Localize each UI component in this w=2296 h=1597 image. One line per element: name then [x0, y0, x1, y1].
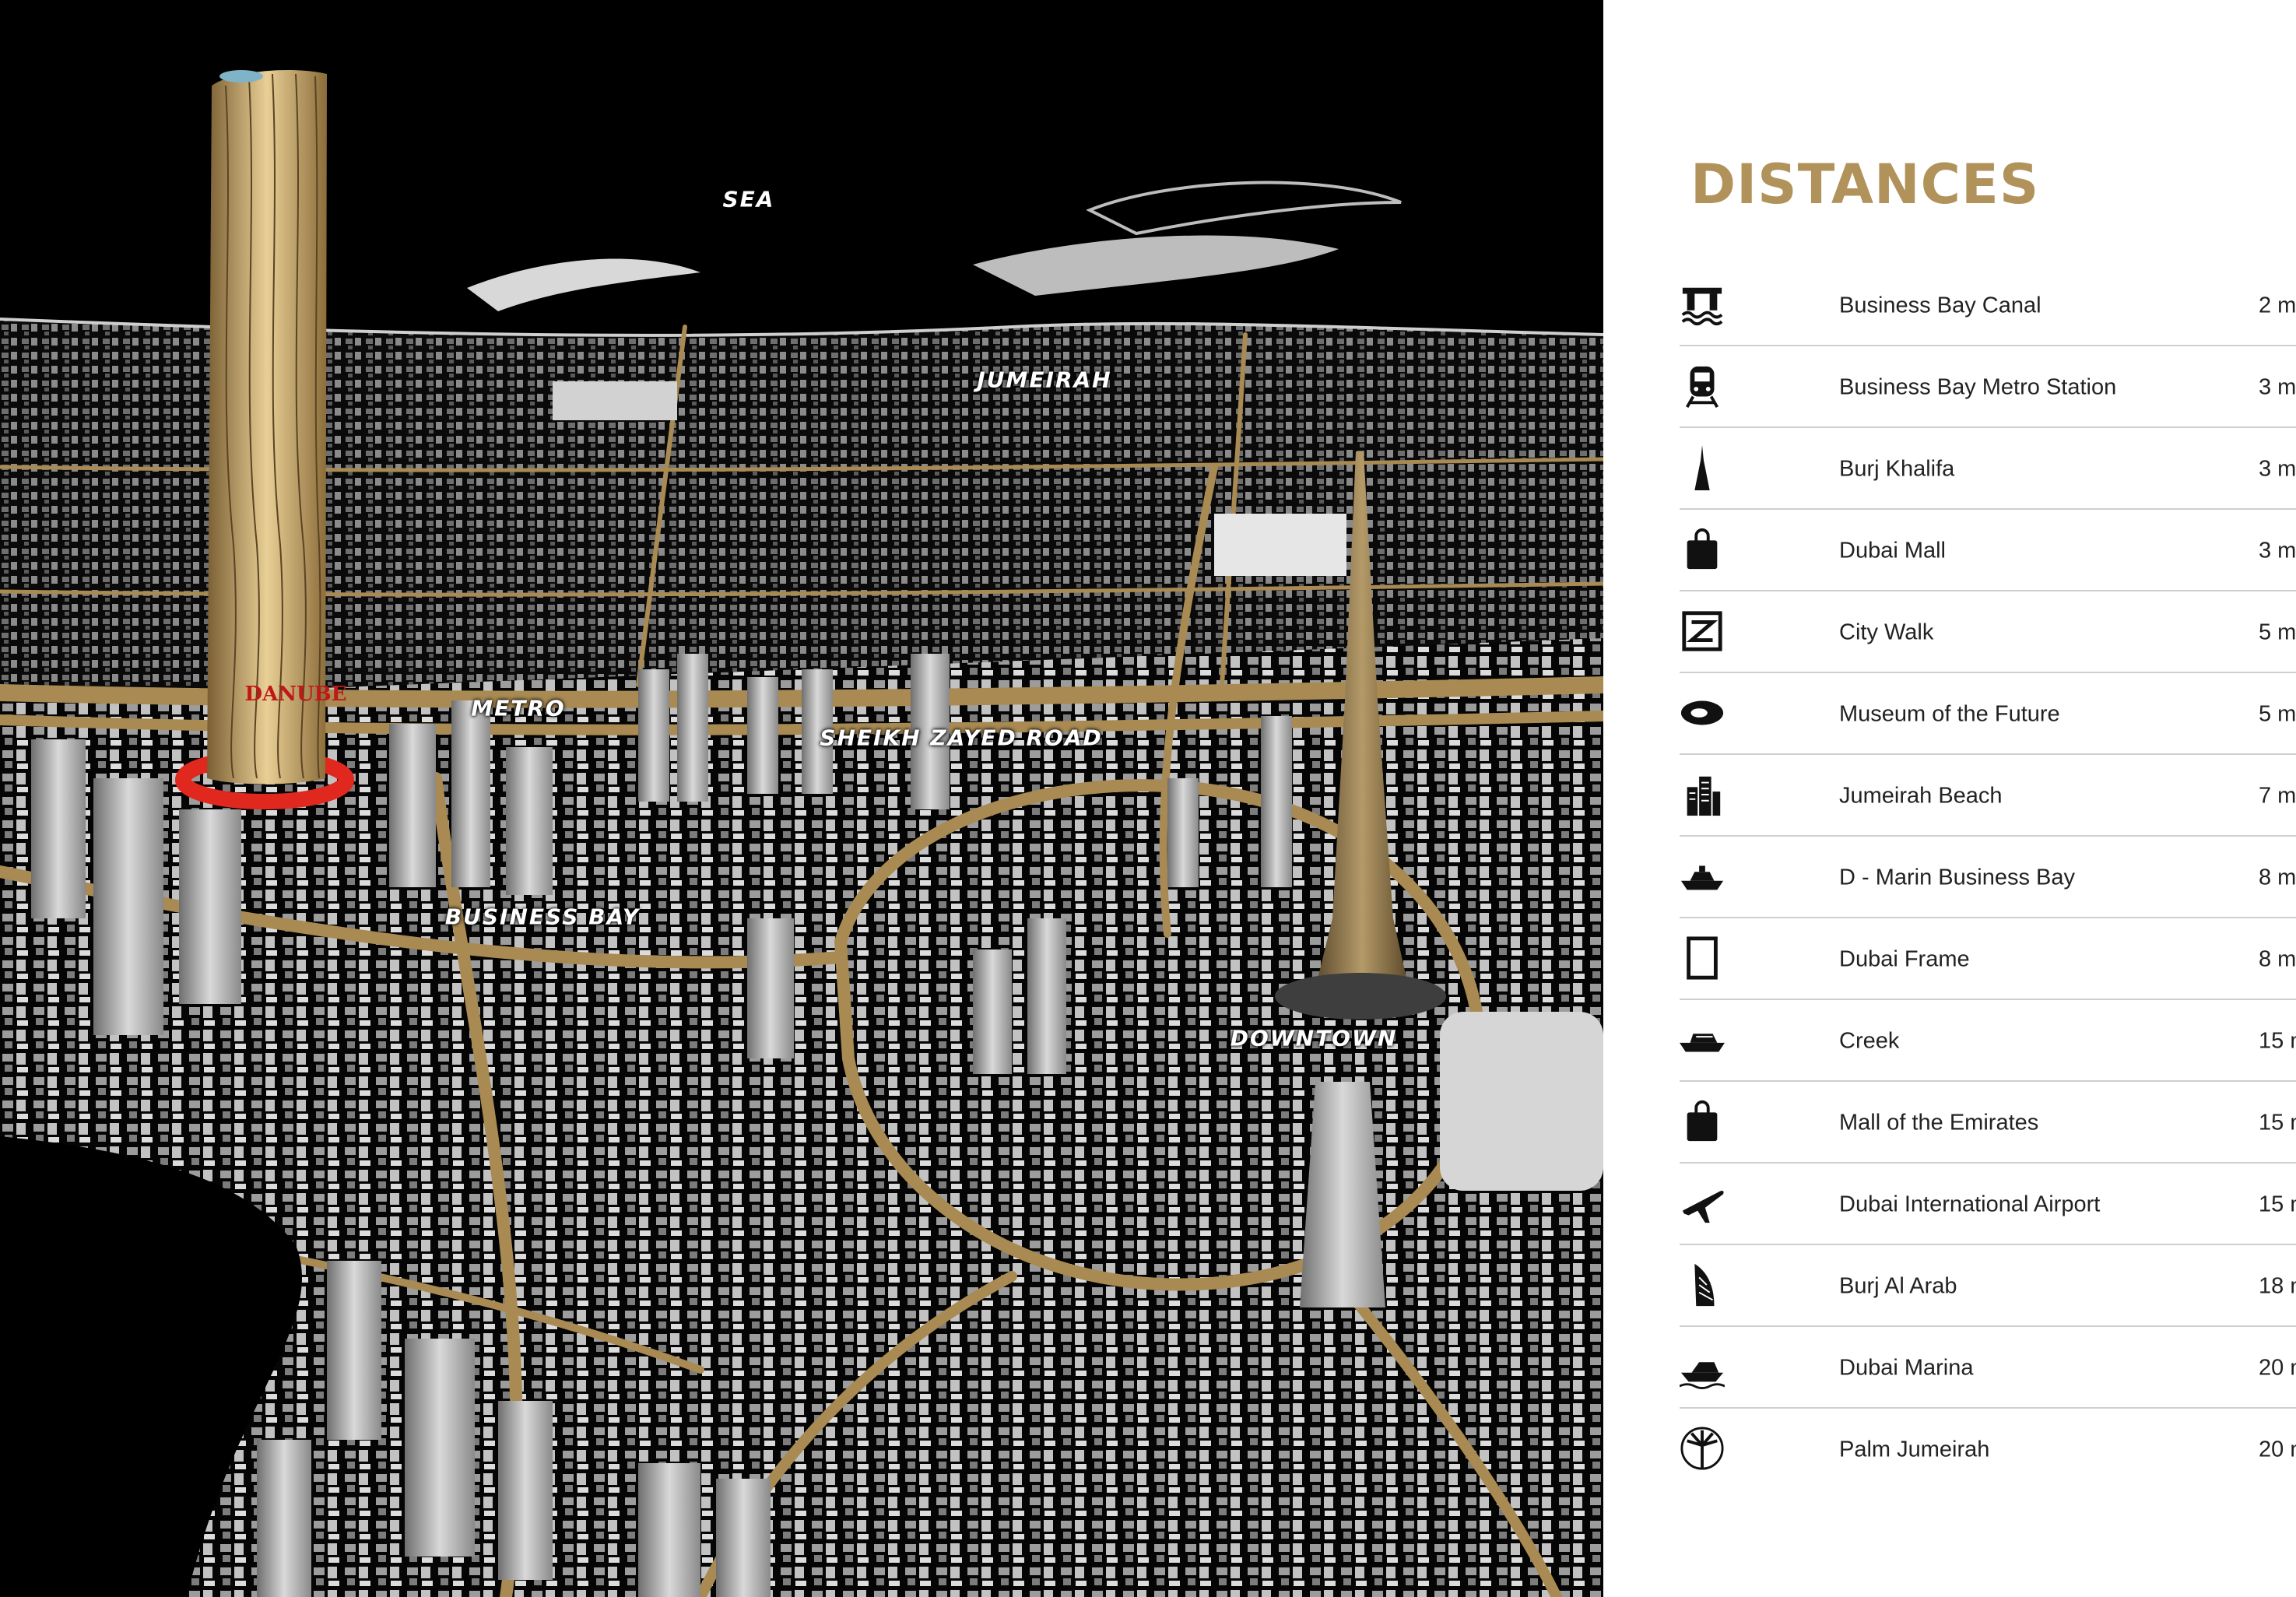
distance-row: D - Marin Business Bay 8 min [1680, 837, 2296, 918]
city-map: DANUBE SEA JUMEIRAH METRO SHEIKH ZAYED R… [0, 0, 1603, 1597]
place-name: Mall of the Emirates [1839, 1110, 2039, 1135]
shopping-bag-icon [1680, 1099, 1725, 1144]
map-label-sea: SEA [722, 186, 775, 212]
distance-row: Business Bay Metro Station 3 min [1680, 346, 2296, 428]
map-label-jumeirah: JUMEIRAH [977, 367, 1112, 393]
tower-icon [1680, 445, 1725, 490]
place-name: Business Bay Canal [1839, 293, 2041, 318]
map-label-sheikh-zayed-road: SHEIKH ZAYED ROAD [820, 725, 1103, 751]
skyscrapers-icon [1680, 772, 1725, 817]
place-name: City Walk [1839, 619, 1934, 644]
metro-train-icon [1680, 363, 1725, 409]
travel-time: 3 min [2259, 374, 2296, 399]
place-name: Creek [1839, 1028, 1900, 1053]
distance-row: Dubai Frame 8 min [1680, 918, 2296, 1000]
distance-row: Dubai Marina 20 min [1679, 1327, 2296, 1409]
airplane-icon [1680, 1181, 1725, 1226]
place-name: Dubai Frame [1839, 946, 1970, 971]
map-label-business-bay: BUSINESS BAY [444, 904, 641, 930]
frame-icon [1680, 935, 1725, 981]
boat-icon [1680, 1017, 1725, 1062]
travel-time: 5 min [2259, 619, 2296, 644]
travel-time: 8 min [2259, 946, 2296, 971]
travel-time: 2 min [2259, 293, 2296, 318]
travel-time: 7 min [2259, 783, 2296, 808]
distance-row: City Walk 5 min [1680, 591, 2296, 673]
travel-time: 15 min [2259, 1028, 2296, 1053]
place-name: Dubai Mall [1839, 538, 1946, 563]
place-name: Dubai Marina [1839, 1355, 1974, 1380]
museum-ring-icon [1680, 690, 1725, 735]
danube-tower-model [207, 70, 327, 784]
travel-time: 20 min [2259, 1437, 2296, 1462]
travel-time: 18 min [2259, 1273, 2296, 1298]
distance-row: Creek 15 min [1680, 1000, 2296, 1082]
yacht-icon [1680, 854, 1725, 899]
distance-row: Business Bay Canal 2 min [1680, 265, 2296, 346]
travel-time: 20 min [2259, 1355, 2296, 1380]
place-name: Palm Jumeirah [1839, 1437, 1990, 1462]
distance-row: Burj Khalifa 3 min [1680, 428, 2296, 510]
travel-time: 3 min [2259, 456, 2296, 481]
distance-row: Museum of the Future 5 min [1680, 673, 2296, 755]
place-name: D - Marin Business Bay [1839, 865, 2075, 890]
map-graphic: DANUBE [0, 0, 1603, 1597]
tower-logo: DANUBE [245, 683, 347, 706]
travel-time: 3 min [2259, 538, 2296, 563]
distance-row: Dubai International Airport 15 min [1680, 1164, 2296, 1245]
map-label-metro: METRO [471, 695, 566, 721]
distance-row: Burj Al Arab 18 min [1680, 1245, 2296, 1327]
place-name: Museum of the Future [1839, 701, 2060, 726]
city-walk-icon [1680, 609, 1725, 654]
place-name: Jumeirah Beach [1839, 783, 2003, 808]
sail-hotel-icon [1680, 1262, 1725, 1307]
tower-crown [219, 70, 263, 82]
speedboat-icon [1679, 1344, 1726, 1389]
palm-icon [1680, 1426, 1725, 1471]
bridge-icon [1680, 282, 1725, 327]
distance-row: Dubai Mall 3 min [1680, 510, 2296, 591]
place-name: Dubai International Airport [1839, 1192, 2101, 1216]
place-name: Burj Al Arab [1839, 1273, 1957, 1298]
distance-row: Jumeirah Beach 7 min [1680, 755, 2296, 837]
distance-row: Mall of the Emirates 15 min [1680, 1082, 2296, 1164]
travel-time: 5 min [2259, 701, 2296, 726]
travel-time: 8 min [2259, 865, 2296, 890]
place-name: Burj Khalifa [1839, 456, 1955, 481]
place-name: Business Bay Metro Station [1839, 374, 2117, 399]
travel-time: 15 min [2259, 1192, 2296, 1216]
shopping-bag-icon [1680, 527, 1725, 572]
panel-title: DISTANCES [1690, 153, 2040, 216]
map-label-downtown: DOWNTOWN [1230, 1025, 1398, 1051]
burj-base [1275, 973, 1446, 1020]
distances-panel: DISTANCES Business Bay Canal 2 min Busin… [1603, 0, 2296, 1597]
travel-time: 15 min [2259, 1110, 2296, 1135]
distance-row: Palm Jumeirah 20 min [1680, 1409, 2296, 1490]
